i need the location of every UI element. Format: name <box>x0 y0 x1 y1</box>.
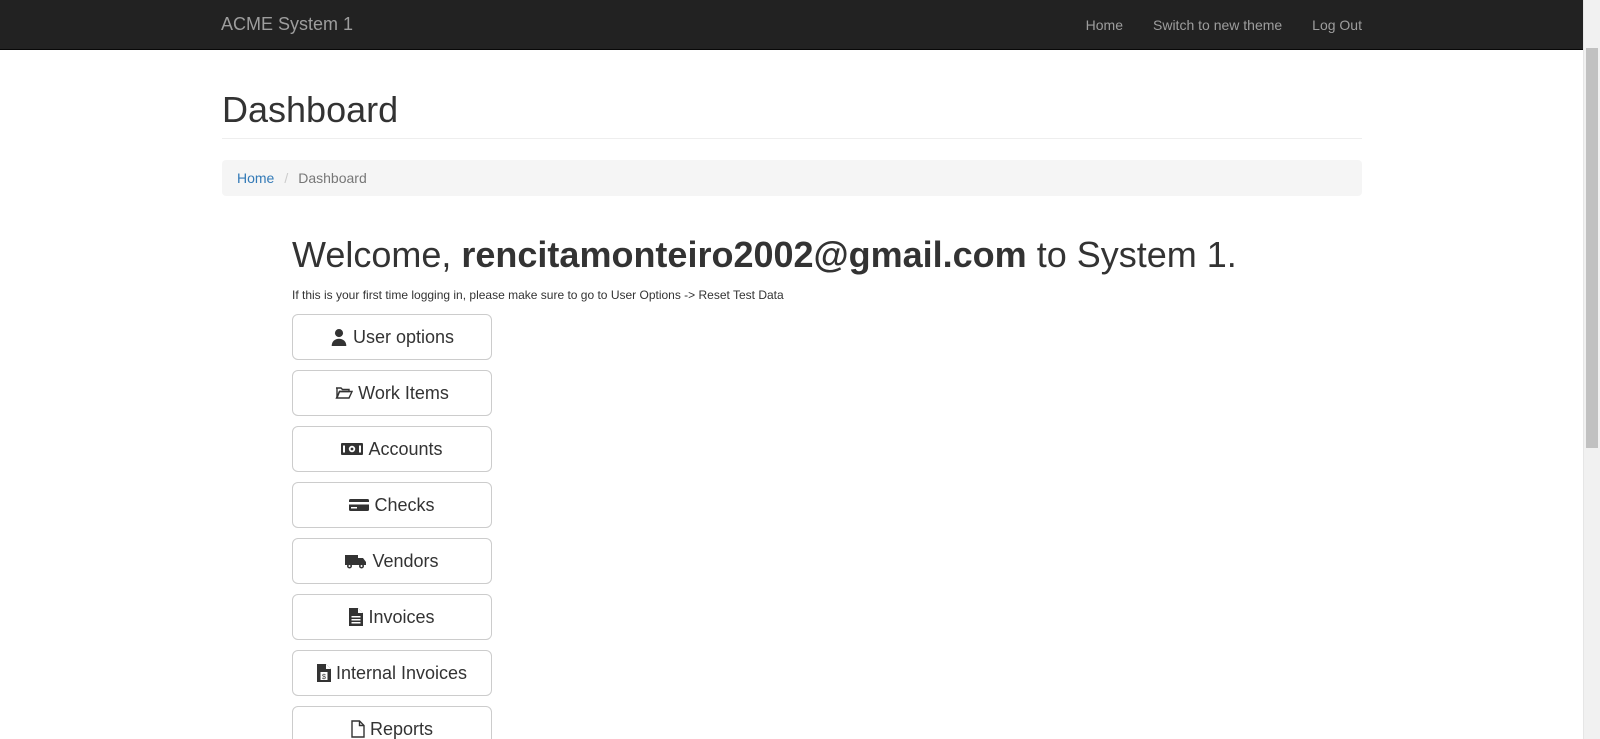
breadcrumb-home-link[interactable]: Home <box>237 170 274 186</box>
work-items-label: Work Items <box>358 382 449 403</box>
welcome-prefix: Welcome, <box>292 234 462 275</box>
checks-label: Checks <box>374 494 435 515</box>
nav-switch-theme-link[interactable]: Switch to new theme <box>1153 17 1282 33</box>
welcome-email: rencitamonteiro2002@gmail.com <box>461 234 1027 275</box>
accounts-button[interactable]: Accounts <box>292 426 492 472</box>
folder-open-icon <box>335 387 354 399</box>
welcome-heading: Welcome, rencitamonteiro2002@gmail.com t… <box>292 234 1237 276</box>
first-login-hint: If this is your first time logging in, p… <box>292 288 784 302</box>
scrollbar-thumb[interactable] <box>1586 48 1598 448</box>
file-invoice-dollar-icon: $ <box>316 664 331 682</box>
truck-icon <box>345 555 367 569</box>
welcome-suffix: to System 1. <box>1026 234 1237 275</box>
page-title: Dashboard <box>222 89 399 130</box>
nav-home-link[interactable]: Home <box>1086 17 1123 33</box>
file-icon <box>351 720 365 738</box>
money-icon <box>341 443 364 455</box>
user-options-button[interactable]: User options <box>292 314 492 360</box>
credit-card-icon <box>349 499 370 511</box>
page-scrollbar[interactable] <box>1583 0 1600 739</box>
svg-text:$: $ <box>322 674 326 681</box>
checks-button[interactable]: Checks <box>292 482 492 528</box>
vendors-button[interactable]: Vendors <box>292 538 492 584</box>
vendors-label: Vendors <box>372 550 439 571</box>
nav-logout-link[interactable]: Log Out <box>1312 17 1362 33</box>
invoices-button[interactable]: Invoices <box>292 594 492 640</box>
work-items-button[interactable]: Work Items <box>292 370 492 416</box>
invoices-label: Invoices <box>368 606 435 627</box>
breadcrumb-current: Dashboard <box>298 170 367 186</box>
file-text-icon <box>349 608 364 626</box>
accounts-label: Accounts <box>368 438 443 459</box>
top-navbar: ACME System 1 Home Switch to new theme L… <box>0 0 1583 50</box>
brand-link[interactable]: ACME System 1 <box>221 14 353 35</box>
user-options-label: User options <box>352 326 455 347</box>
user-icon <box>331 329 347 346</box>
reports-button[interactable]: Reports <box>292 706 492 739</box>
breadcrumb: Home / Dashboard <box>222 160 1362 196</box>
breadcrumb-separator: / <box>284 170 289 186</box>
nav-links: Home Switch to new theme Log Out <box>1056 0 1362 50</box>
reports-label: Reports <box>369 718 434 739</box>
internal-invoices-label: Internal Invoices <box>335 662 468 683</box>
internal-invoices-button[interactable]: $ Internal Invoices <box>292 650 492 696</box>
title-divider <box>222 138 1362 139</box>
